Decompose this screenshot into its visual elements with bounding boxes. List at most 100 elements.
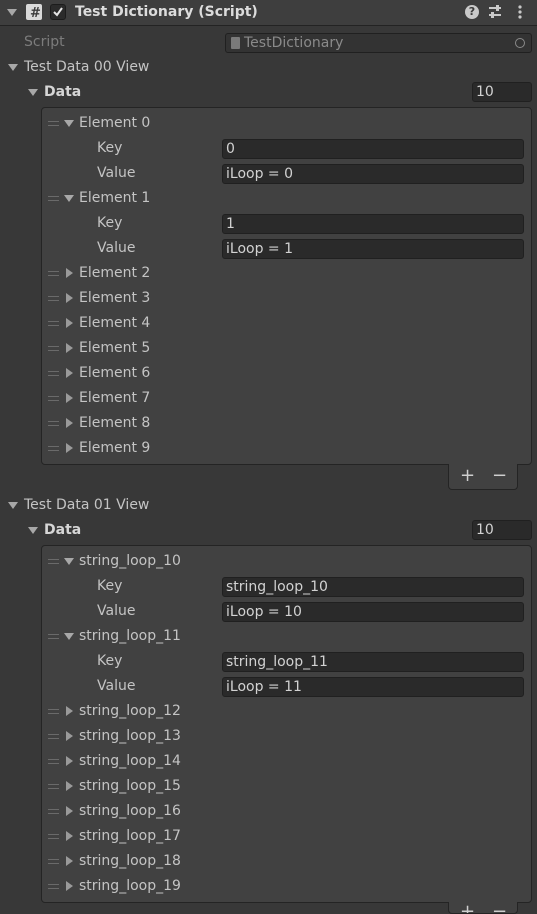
list-element-label[interactable]: Element 8 — [79, 415, 150, 431]
section-title[interactable]: Test Data 00 View — [24, 59, 149, 75]
list-element-label[interactable]: Element 0 — [79, 115, 150, 131]
drag-handle[interactable] — [48, 559, 59, 564]
foldout-arrow-icon[interactable] — [66, 856, 73, 866]
foldout-arrow-icon[interactable] — [66, 731, 73, 741]
foldout-arrow-icon[interactable] — [66, 418, 73, 428]
foldout-arrow-icon[interactable] — [64, 633, 74, 640]
remove-element-button[interactable]: − — [492, 467, 507, 485]
list-element-label[interactable]: Element 7 — [79, 390, 150, 406]
list-element-label[interactable]: Element 5 — [79, 340, 150, 356]
foldout-arrow-icon[interactable] — [66, 706, 73, 716]
drag-handle[interactable] — [48, 421, 59, 426]
data-list-label[interactable]: Data — [44, 84, 81, 100]
script-object-field: TestDictionary — [225, 33, 532, 53]
foldout-arrow-icon[interactable] — [28, 527, 38, 534]
script-icon: # — [26, 4, 42, 21]
list-element-label[interactable]: string_loop_19 — [79, 878, 181, 894]
drag-handle[interactable] — [48, 759, 59, 764]
foldout-arrow-icon[interactable] — [66, 393, 73, 403]
add-element-button[interactable]: + — [460, 903, 475, 914]
drag-handle[interactable] — [48, 371, 59, 376]
value-field[interactable]: iLoop = 11 — [222, 677, 524, 697]
list-element-label[interactable]: Element 9 — [79, 440, 150, 456]
list-element-label[interactable]: string_loop_13 — [79, 728, 181, 744]
foldout-arrow-icon[interactable] — [28, 89, 38, 96]
key-field[interactable]: string_loop_11 — [222, 652, 524, 672]
drag-handle[interactable] — [48, 321, 59, 326]
list-element-label[interactable]: Element 2 — [79, 265, 150, 281]
key-field[interactable]: 0 — [222, 139, 524, 159]
drag-handle[interactable] — [48, 809, 59, 814]
list-element-label[interactable]: string_loop_17 — [79, 828, 181, 844]
list-element-label[interactable]: Element 1 — [79, 190, 150, 206]
foldout-arrow-icon[interactable] — [66, 881, 73, 891]
list-element-label[interactable]: Element 6 — [79, 365, 150, 381]
help-icon[interactable]: ? — [465, 5, 479, 19]
key-label: Key — [97, 653, 123, 669]
drag-handle[interactable] — [48, 346, 59, 351]
list-element-label[interactable]: Element 4 — [79, 315, 150, 331]
section-title[interactable]: Test Data 01 View — [24, 497, 149, 513]
add-element-button[interactable]: + — [460, 467, 475, 485]
list-element-label[interactable]: string_loop_10 — [79, 553, 181, 569]
drag-handle[interactable] — [48, 196, 59, 201]
drag-handle[interactable] — [48, 296, 59, 301]
list-panel — [41, 545, 532, 903]
drag-handle[interactable] — [48, 396, 59, 401]
foldout-arrow-icon[interactable] — [66, 368, 73, 378]
foldout-arrow-icon[interactable] — [66, 756, 73, 766]
svg-text:#: # — [30, 6, 41, 20]
list-element-label[interactable]: string_loop_12 — [79, 703, 181, 719]
context-menu-icon[interactable] — [517, 4, 523, 20]
list-element-label[interactable]: string_loop_16 — [79, 803, 181, 819]
script-object-value: TestDictionary — [244, 35, 344, 51]
value-label: Value — [97, 678, 136, 694]
drag-handle[interactable] — [48, 734, 59, 739]
drag-handle[interactable] — [48, 709, 59, 714]
foldout-arrow-icon[interactable] — [66, 343, 73, 353]
foldout-arrow-icon[interactable] — [66, 268, 73, 278]
list-element-label[interactable]: string_loop_15 — [79, 778, 181, 794]
key-label: Key — [97, 215, 123, 231]
list-size-field[interactable]: 10 — [472, 520, 532, 540]
list-element-label[interactable]: string_loop_14 — [79, 753, 181, 769]
list-element-label[interactable]: string_loop_18 — [79, 853, 181, 869]
drag-handle[interactable] — [48, 634, 59, 639]
foldout-arrow-icon[interactable] — [64, 558, 74, 565]
list-footer: + − — [448, 464, 518, 490]
drag-handle[interactable] — [48, 446, 59, 451]
value-label: Value — [97, 240, 136, 256]
remove-element-button[interactable]: − — [492, 903, 507, 914]
drag-handle[interactable] — [48, 784, 59, 789]
value-field[interactable]: iLoop = 1 — [222, 239, 524, 259]
drag-handle[interactable] — [48, 271, 59, 276]
key-field[interactable]: string_loop_10 — [222, 577, 524, 597]
foldout-arrow-icon[interactable] — [66, 831, 73, 841]
foldout-arrow-icon[interactable] — [64, 195, 74, 202]
drag-handle[interactable] — [48, 834, 59, 839]
object-picker-icon[interactable] — [515, 38, 525, 48]
foldout-arrow-icon[interactable] — [66, 443, 73, 453]
list-element-label[interactable]: string_loop_11 — [79, 628, 181, 644]
foldout-arrow-icon[interactable] — [66, 293, 73, 303]
value-label: Value — [97, 603, 136, 619]
component-header: # Test Dictionary (Script) ? — [0, 0, 537, 26]
enabled-checkbox[interactable] — [50, 4, 66, 20]
value-field[interactable]: iLoop = 0 — [222, 164, 524, 184]
list-element-label[interactable]: Element 3 — [79, 290, 150, 306]
foldout-arrow-icon[interactable] — [8, 502, 18, 509]
foldout-arrow-icon[interactable] — [8, 64, 18, 71]
collapse-arrow-icon[interactable] — [7, 9, 17, 16]
drag-handle[interactable] — [48, 121, 59, 126]
key-field[interactable]: 1 — [222, 214, 524, 234]
drag-handle[interactable] — [48, 859, 59, 864]
preset-icon[interactable] — [488, 4, 502, 20]
list-size-field[interactable]: 10 — [472, 82, 532, 102]
foldout-arrow-icon[interactable] — [66, 806, 73, 816]
foldout-arrow-icon[interactable] — [66, 318, 73, 328]
drag-handle[interactable] — [48, 884, 59, 889]
foldout-arrow-icon[interactable] — [64, 120, 74, 127]
foldout-arrow-icon[interactable] — [66, 781, 73, 791]
data-list-label[interactable]: Data — [44, 522, 81, 538]
value-field[interactable]: iLoop = 10 — [222, 602, 524, 622]
